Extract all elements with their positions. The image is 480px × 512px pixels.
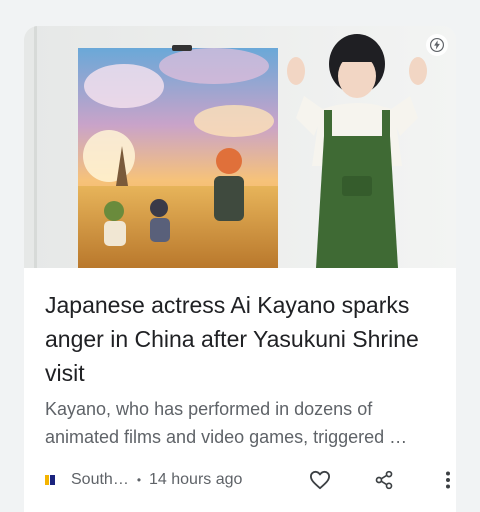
share-button[interactable] xyxy=(372,468,396,492)
article-headline[interactable]: Japanese actress Ai Kayano sparks anger … xyxy=(45,288,440,390)
heart-outline-icon xyxy=(309,470,330,490)
share-icon xyxy=(375,470,393,490)
more-vert-icon xyxy=(446,471,450,489)
publisher-name[interactable]: South… xyxy=(71,471,129,489)
article-image[interactable] xyxy=(24,26,456,268)
article-photo xyxy=(24,26,456,268)
lightning-bolt-icon xyxy=(426,34,448,56)
like-button[interactable] xyxy=(308,468,332,492)
publisher-logo-icon xyxy=(45,475,57,485)
publish-time: 14 hours ago xyxy=(149,471,243,488)
separator-dot: • xyxy=(136,473,142,487)
more-options-button[interactable] xyxy=(436,468,456,492)
article-snippet[interactable]: Kayano, who has performed in dozens of a… xyxy=(45,395,445,451)
article-footer: South… • 14 hours ago xyxy=(45,468,450,492)
news-card[interactable]: Japanese actress Ai Kayano sparks anger … xyxy=(24,26,456,512)
